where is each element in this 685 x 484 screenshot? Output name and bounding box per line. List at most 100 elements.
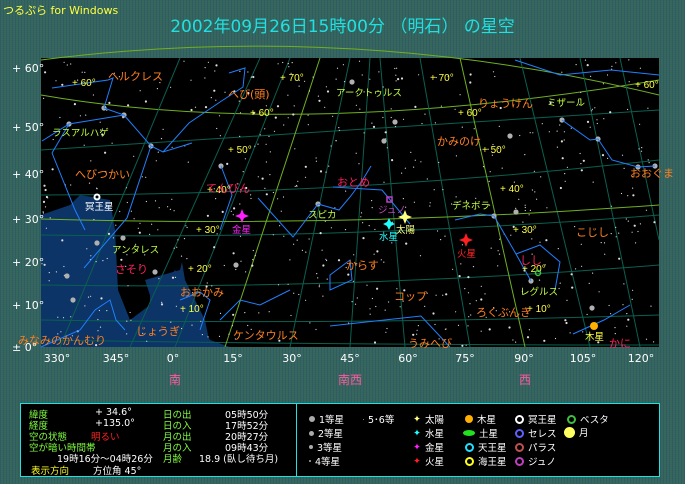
star	[265, 143, 267, 145]
star	[127, 104, 130, 107]
star	[221, 210, 224, 213]
bright-star	[349, 79, 355, 85]
star	[465, 344, 467, 346]
magnitude-4-icon	[309, 460, 311, 462]
star	[296, 239, 298, 241]
star	[301, 249, 303, 251]
star	[489, 171, 491, 173]
star	[83, 144, 85, 146]
legend-mag56: 5･6等	[368, 415, 395, 426]
star	[325, 86, 327, 88]
star	[108, 101, 111, 104]
altitude-label: + 60°	[12, 62, 45, 75]
star	[130, 319, 132, 321]
star	[84, 71, 86, 73]
star	[559, 186, 563, 190]
star	[61, 239, 64, 242]
legend-mag1: 1等星	[319, 415, 345, 426]
star	[580, 169, 583, 172]
star	[584, 59, 587, 61]
star	[376, 287, 379, 290]
star	[214, 70, 216, 72]
star	[294, 148, 296, 150]
star	[97, 318, 99, 321]
star	[63, 61, 65, 63]
star	[240, 260, 242, 262]
star	[325, 258, 327, 260]
sky-map[interactable]: + 60° + 70° + 60° + 50° + 40° + 30° + 20…	[0, 0, 685, 400]
star	[293, 243, 295, 245]
star	[55, 80, 57, 82]
star	[268, 311, 270, 313]
legend-pluto: 冥王星	[528, 415, 557, 426]
star	[404, 167, 406, 169]
star	[73, 103, 76, 106]
star	[371, 297, 373, 300]
star	[330, 227, 332, 229]
star	[402, 198, 404, 200]
star	[559, 282, 561, 284]
star	[160, 138, 163, 140]
star	[324, 106, 326, 108]
star	[524, 204, 526, 206]
star	[638, 148, 640, 150]
star	[218, 335, 221, 337]
star	[413, 166, 415, 168]
star	[276, 105, 280, 108]
star	[515, 341, 517, 343]
constellation-label: かに	[609, 337, 631, 350]
star	[289, 259, 291, 261]
star	[183, 238, 186, 240]
star	[397, 78, 400, 81]
mercury-icon: ✦	[413, 427, 421, 439]
grid-label: + 70°	[280, 73, 304, 84]
star	[338, 127, 340, 129]
star	[515, 207, 517, 209]
star	[621, 154, 624, 156]
star	[445, 293, 448, 296]
star	[120, 258, 123, 261]
star	[632, 289, 634, 291]
star	[564, 319, 567, 322]
planet-label-sun: 太陽	[396, 224, 416, 236]
star	[326, 259, 328, 262]
star	[204, 77, 206, 79]
star	[618, 232, 620, 234]
star	[290, 314, 292, 317]
star	[279, 225, 281, 227]
star	[582, 159, 585, 162]
star	[174, 276, 177, 278]
star	[277, 284, 280, 286]
star	[385, 331, 387, 333]
star	[610, 205, 613, 207]
azimuth-label: 75°	[455, 352, 475, 365]
star	[416, 329, 418, 331]
planet-label-venus: 金星	[232, 224, 251, 236]
star	[139, 90, 141, 92]
star	[631, 298, 633, 300]
star	[565, 321, 568, 325]
star	[438, 161, 440, 164]
star	[588, 282, 590, 284]
star	[424, 305, 426, 307]
altitude-label: + 40°	[12, 168, 45, 181]
star	[373, 253, 375, 255]
star	[582, 331, 584, 333]
star	[414, 159, 416, 161]
star	[107, 232, 111, 235]
star	[533, 170, 536, 172]
star	[386, 327, 388, 330]
star	[424, 113, 426, 115]
legend-moon: 月	[579, 428, 589, 439]
star	[125, 187, 128, 189]
star	[127, 285, 129, 287]
star	[207, 61, 209, 63]
star	[305, 299, 307, 301]
star	[158, 278, 160, 280]
jupiter-icon[interactable]	[590, 322, 598, 330]
star	[384, 309, 386, 311]
star	[628, 59, 630, 61]
mars-icon: ✦	[413, 455, 421, 467]
star	[566, 299, 568, 301]
altitude-label: + 30°	[12, 213, 45, 226]
